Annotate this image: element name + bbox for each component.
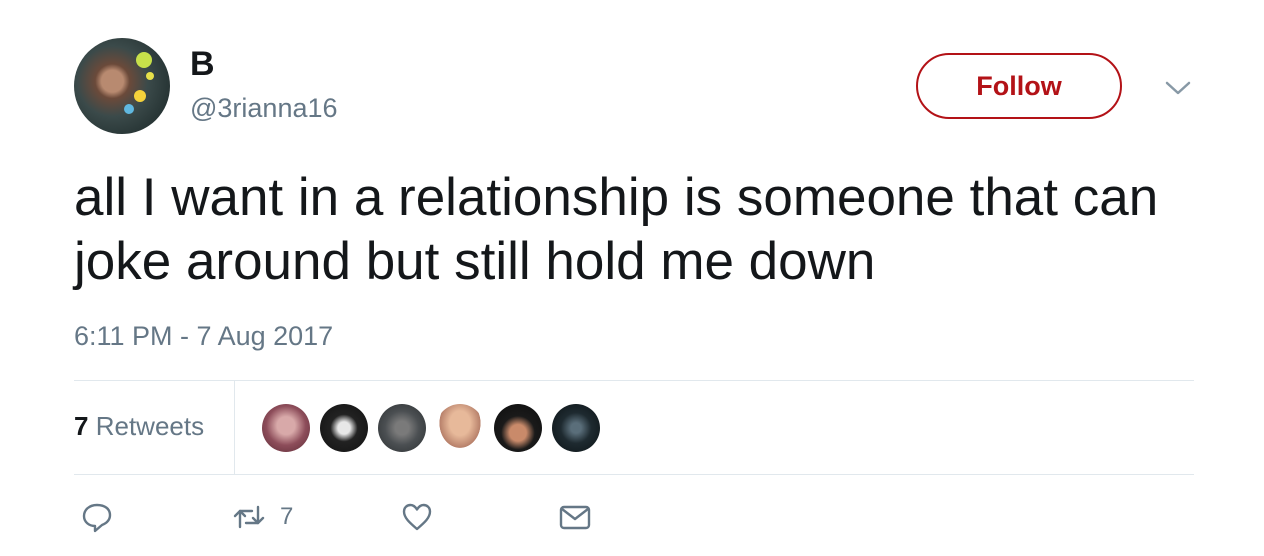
tweet-text: all I want in a relationship is someone … <box>74 168 1159 291</box>
chevron-down-icon[interactable] <box>1164 78 1192 98</box>
reply-button[interactable] <box>80 500 114 534</box>
avatar-decoration <box>124 104 134 114</box>
direct-message-button[interactable] <box>558 500 592 534</box>
user-display-name[interactable]: B <box>190 44 215 84</box>
like-button[interactable] <box>400 500 434 534</box>
avatar-decoration <box>136 52 152 68</box>
divider <box>74 380 1194 381</box>
retweeter-avatar[interactable] <box>494 404 542 452</box>
retweet-label: Retweets <box>95 411 205 441</box>
retweeter-avatar[interactable] <box>552 404 600 452</box>
retweet-count: 7 <box>74 411 89 441</box>
retweet-icon <box>233 505 265 529</box>
envelope-icon <box>559 505 591 530</box>
follow-button[interactable]: Follow <box>916 53 1122 119</box>
retweeter-avatar[interactable] <box>436 404 484 452</box>
divider <box>74 474 1194 475</box>
retweeter-avatars <box>262 404 610 452</box>
retweet-button[interactable]: 7 <box>232 500 293 534</box>
avatar-decoration <box>146 72 154 80</box>
retweet-action-count: 7 <box>280 503 294 530</box>
heart-icon <box>402 503 432 531</box>
user-avatar[interactable] <box>74 38 170 134</box>
tweet-timestamp[interactable]: 6:11 PM - 7 Aug 2017 <box>74 320 333 352</box>
retweeter-avatar[interactable] <box>378 404 426 452</box>
divider <box>234 381 235 474</box>
retweeter-avatar[interactable] <box>262 404 310 452</box>
retweet-stats[interactable]: 7 Retweets <box>74 410 204 442</box>
retweeter-avatar[interactable] <box>320 404 368 452</box>
reply-icon <box>82 503 112 533</box>
avatar-decoration <box>134 90 146 102</box>
user-handle[interactable]: @3rianna16 <box>190 92 338 124</box>
